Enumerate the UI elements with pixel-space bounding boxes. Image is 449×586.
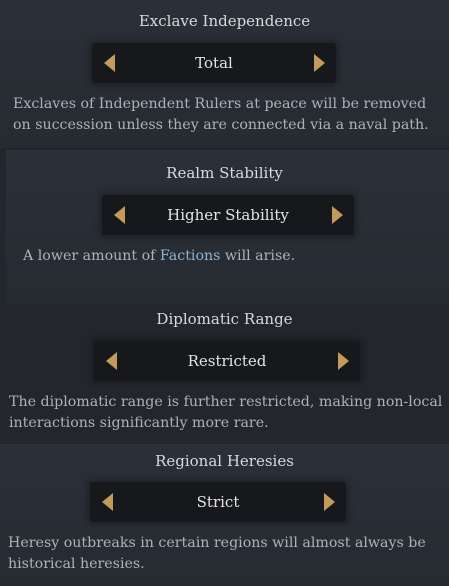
next-option-button[interactable] [332, 350, 354, 372]
next-option-button[interactable] [318, 491, 340, 513]
triangle-right-icon [331, 206, 343, 224]
description-text: A lower amount of [23, 248, 160, 264]
setting-description: Exclaves of Independent Rulers at peace … [13, 96, 429, 133]
triangle-right-icon [337, 352, 349, 370]
setting-realm-stability: Realm Stability Higher Stability A lower… [0, 150, 449, 304]
triangle-left-icon [113, 206, 125, 224]
setting-regional-heresies: Regional Heresies Strict Heresy outbreak… [0, 444, 449, 586]
option-selector: Restricted [94, 341, 360, 381]
option-selector: Strict [90, 482, 346, 522]
description-text: will arise. [220, 248, 296, 264]
triangle-right-icon [323, 493, 335, 511]
setting-diplomatic-range: Diplomatic Range Restricted The diplomat… [0, 306, 449, 444]
triangle-left-icon [101, 493, 113, 511]
triangle-left-icon [105, 352, 117, 370]
previous-option-button[interactable] [108, 204, 130, 226]
triangle-right-icon [313, 54, 325, 72]
option-selector: Total [92, 43, 336, 83]
previous-option-button[interactable] [96, 491, 118, 513]
selected-option-value: Strict [196, 493, 240, 511]
selected-option-value: Higher Stability [167, 206, 289, 224]
selected-option-value: Total [195, 54, 233, 72]
selected-option-value: Restricted [187, 352, 267, 370]
next-option-button[interactable] [308, 52, 330, 74]
option-selector: Higher Stability [102, 195, 354, 235]
setting-description: A lower amount of Factions will arise. [23, 246, 443, 267]
triangle-left-icon [103, 54, 115, 72]
setting-description: The diplomatic range is further restrict… [9, 394, 443, 431]
next-option-button[interactable] [326, 204, 348, 226]
setting-title: Realm Stability [166, 164, 283, 182]
setting-description: Heresy outbreaks in certain regions will… [8, 535, 426, 572]
previous-option-button[interactable] [98, 52, 120, 74]
setting-title: Regional Heresies [155, 452, 294, 470]
setting-exclave-independence: Exclave Independence Total Exclaves of I… [0, 0, 449, 148]
setting-title: Exclave Independence [138, 12, 311, 30]
factions-link[interactable]: Factions [160, 248, 220, 264]
setting-title: Diplomatic Range [156, 310, 293, 328]
previous-option-button[interactable] [100, 350, 122, 372]
